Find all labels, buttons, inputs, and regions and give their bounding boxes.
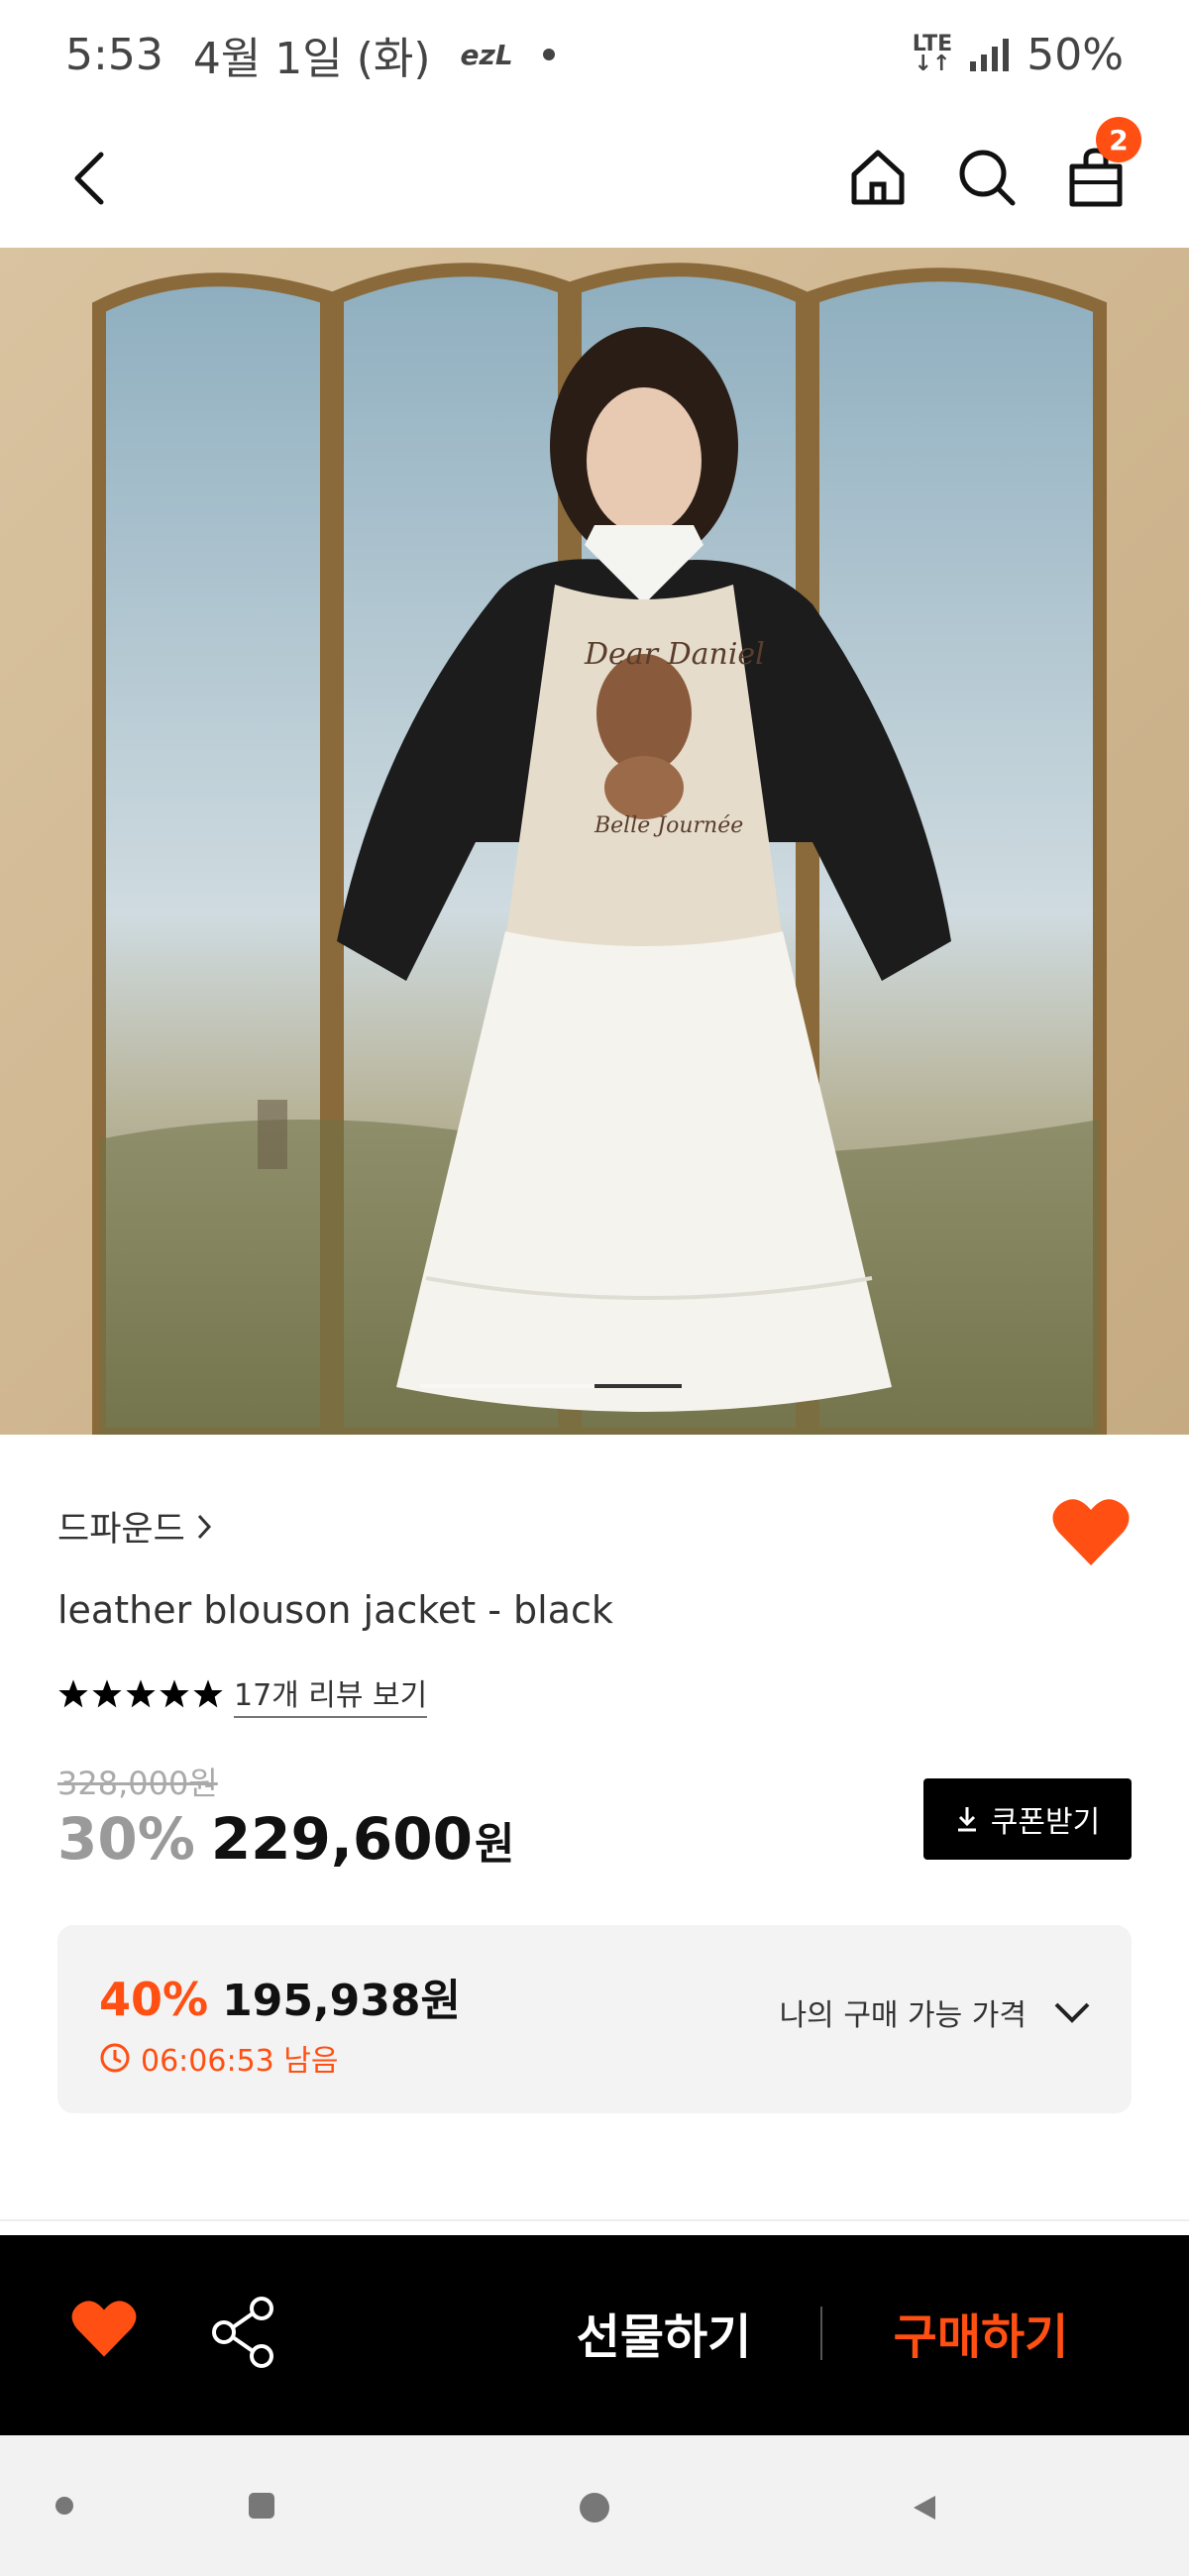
app-notification-icon: ezL <box>460 38 513 71</box>
svg-text:Belle Journée: Belle Journée <box>594 813 743 838</box>
coupon-label: 쿠폰받기 <box>990 1805 1101 1840</box>
cart-count-badge: 2 <box>1096 117 1141 162</box>
discount-rate: 30% <box>57 1805 195 1873</box>
chevron-down-icon <box>1054 2002 1090 2023</box>
recent-apps-button[interactable] <box>249 2493 274 2519</box>
original-price: 328,000원 <box>57 1765 218 1802</box>
heart-filled-icon <box>71 2301 137 2357</box>
purchase-bar: 선물하기 구매하기 <box>0 2235 1189 2435</box>
status-left: 5:53 4월 1일 (화) ezL <box>65 23 555 86</box>
my-price-box[interactable]: 40% 195,938원 06:06:53 남음 나의 구매 가능 가격 <box>57 1925 1132 2113</box>
share-icon <box>212 2297 273 2368</box>
timer-text: 06:06:53 남음 <box>141 2044 339 2079</box>
home-icon <box>851 150 905 205</box>
star-icon <box>126 1679 156 1708</box>
wishlist-button[interactable] <box>1050 1494 1132 1569</box>
svg-text:Dear Daniel: Dear Daniel <box>584 637 765 672</box>
download-icon <box>957 1807 976 1832</box>
notification-dot-icon <box>542 49 555 60</box>
star-icon <box>92 1679 122 1708</box>
price-row: 30% 229,600 원 <box>57 1805 514 1873</box>
share-button[interactable] <box>208 2295 277 2370</box>
section-divider <box>0 2219 1189 2221</box>
my-discount-rate: 40% <box>99 1973 209 2026</box>
brand-name: 드파운드 <box>57 1510 185 1550</box>
star-icon <box>193 1679 223 1708</box>
search-button[interactable] <box>947 133 1027 222</box>
system-nav-bar <box>0 2435 1189 2576</box>
search-icon <box>959 150 1016 206</box>
button-separator <box>820 2307 822 2360</box>
carousel-indicator-active <box>594 1384 682 1388</box>
lte-icon: LTE ↓↑ <box>912 32 953 76</box>
review-link[interactable]: 17개 리뷰 보기 <box>234 1670 428 1718</box>
status-date: 4월 1일 (화) <box>192 34 431 84</box>
my-price-value: 195,938원 <box>222 1976 461 2026</box>
system-home-button[interactable] <box>580 2493 609 2522</box>
brand-link[interactable]: 드파운드 <box>57 1501 213 1552</box>
bottom-wishlist-button[interactable] <box>69 2297 139 2366</box>
battery-level: 50% <box>1027 29 1124 80</box>
star-icon <box>58 1679 88 1708</box>
sale-price: 229,600 <box>210 1805 473 1873</box>
star-icon <box>160 1679 189 1708</box>
countdown-timer: 06:06:53 남음 <box>99 2036 338 2080</box>
heart-filled-icon <box>1052 1499 1130 1565</box>
product-photo: Dear Daniel Belle Journée <box>0 248 1189 1435</box>
my-price-toggle[interactable]: 나의 구매 가능 가격 <box>780 1990 1092 2034</box>
product-image-carousel[interactable]: Dear Daniel Belle Journée <box>0 248 1189 1435</box>
chevron-right-icon <box>197 1514 211 1539</box>
signal-icon <box>970 38 1010 71</box>
buy-button[interactable]: 구매하기 <box>872 2293 1090 2372</box>
my-price-toggle-label: 나의 구매 가능 가격 <box>779 1998 1027 2033</box>
back-arrow-icon <box>74 152 104 205</box>
system-back-button[interactable] <box>910 2493 939 2522</box>
rating-row: 17개 리뷰 보기 <box>57 1670 428 1718</box>
coupon-download-button[interactable]: 쿠폰받기 <box>923 1778 1132 1860</box>
status-bar: 5:53 4월 1일 (화) ezL LTE ↓↑ 50% <box>0 0 1189 109</box>
nav-menu-dot-icon[interactable] <box>55 2497 73 2515</box>
status-right: LTE ↓↑ 50% <box>913 30 1124 80</box>
home-button[interactable] <box>838 133 918 222</box>
back-button[interactable] <box>50 139 129 218</box>
clock-icon <box>100 2043 130 2073</box>
back-triangle-icon <box>914 2496 935 2520</box>
status-time: 5:53 <box>65 29 163 80</box>
lte-label: LTE <box>912 32 953 56</box>
star-rating <box>57 1678 224 1710</box>
top-app-bar: 2 <box>0 109 1189 248</box>
product-name: leather blouson jacket - black <box>57 1588 613 1632</box>
gift-button[interactable]: 선물하기 <box>555 2293 773 2372</box>
currency-unit: 원 <box>475 1819 515 1870</box>
my-price-row: 40% 195,938원 <box>99 1965 461 2028</box>
